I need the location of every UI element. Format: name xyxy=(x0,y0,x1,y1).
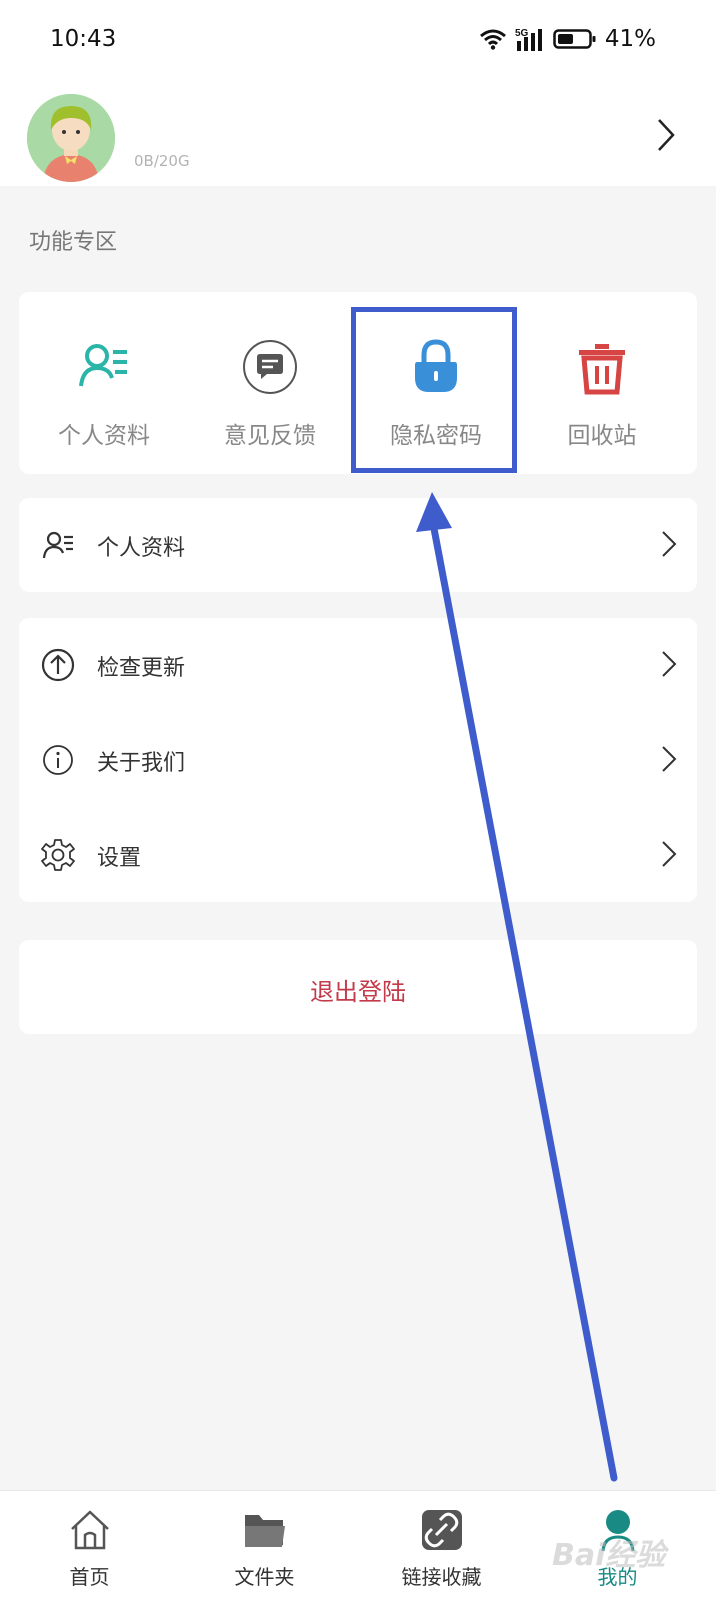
chevron-right-icon xyxy=(662,531,677,557)
status-time: 10:43 xyxy=(50,26,117,52)
annotation-highlight-box xyxy=(351,307,517,473)
tab-folder[interactable]: 文件夹 xyxy=(175,1491,354,1601)
chevron-right-icon xyxy=(662,746,677,772)
feature-feedback[interactable]: 意见反馈 xyxy=(185,292,355,474)
menu-item-personal-info[interactable]: 个人资料 xyxy=(19,498,697,592)
storage-usage: 0B/20G xyxy=(134,152,190,170)
info-circle-icon xyxy=(43,745,73,775)
home-icon xyxy=(70,1510,109,1550)
watermark: Bai经验 xyxy=(552,1538,666,1573)
menu-item-label: 设置 xyxy=(97,846,142,871)
menu-group-profile: 个人资料 xyxy=(19,498,697,592)
trash-icon xyxy=(579,344,625,395)
battery-icon xyxy=(553,29,596,49)
avatar-image xyxy=(27,94,115,182)
signal-icon: 5G xyxy=(515,28,542,51)
logout-card: 退出登陆 xyxy=(19,940,697,1034)
feature-label: 意见反馈 xyxy=(224,423,316,449)
tab-home[interactable]: 首页 xyxy=(0,1491,179,1601)
menu-item-label: 检查更新 xyxy=(97,656,186,681)
gear-icon xyxy=(41,839,75,871)
menu-item-label: 个人资料 xyxy=(97,536,186,561)
chevron-right-icon[interactable] xyxy=(656,118,676,152)
wifi-icon xyxy=(479,29,506,50)
battery-percent: 41% xyxy=(604,26,656,52)
menu-item-check-update[interactable]: 检查更新 xyxy=(19,618,697,712)
menu-item-label: 关于我们 xyxy=(97,751,186,776)
upload-circle-icon xyxy=(41,648,75,682)
avatar[interactable] xyxy=(27,94,115,182)
person-list-icon xyxy=(79,344,127,387)
profile-header[interactable]: 0B/20G xyxy=(0,90,716,186)
feature-label: 回收站 xyxy=(567,423,637,449)
status-icons: 5G 41% xyxy=(479,26,656,52)
tab-label: 首页 xyxy=(69,1565,110,1589)
menu-item-about-us[interactable]: 关于我们 xyxy=(19,713,697,807)
person-list-icon xyxy=(42,531,73,559)
status-bar: 10:43 5G 41% xyxy=(0,0,716,82)
chevron-right-icon xyxy=(662,841,677,867)
tab-label: 链接收藏 xyxy=(401,1565,482,1589)
feature-recycle-bin[interactable]: 回收站 xyxy=(517,292,687,474)
chevron-right-icon xyxy=(662,651,677,677)
feature-personal-info[interactable]: 个人资料 xyxy=(19,292,189,474)
menu-group-system: 检查更新 关于我们 设置 xyxy=(19,618,697,902)
tab-label: 文件夹 xyxy=(234,1565,295,1589)
chat-bubble-icon xyxy=(243,340,297,394)
section-title: 功能专区 xyxy=(29,230,118,255)
folder-icon xyxy=(244,1515,285,1547)
feature-label: 个人资料 xyxy=(58,423,150,449)
menu-item-settings[interactable]: 设置 xyxy=(19,808,697,902)
tab-link-favorites[interactable]: 链接收藏 xyxy=(352,1491,531,1601)
link-icon xyxy=(421,1510,462,1550)
logout-button[interactable]: 退出登陆 xyxy=(19,972,697,1007)
